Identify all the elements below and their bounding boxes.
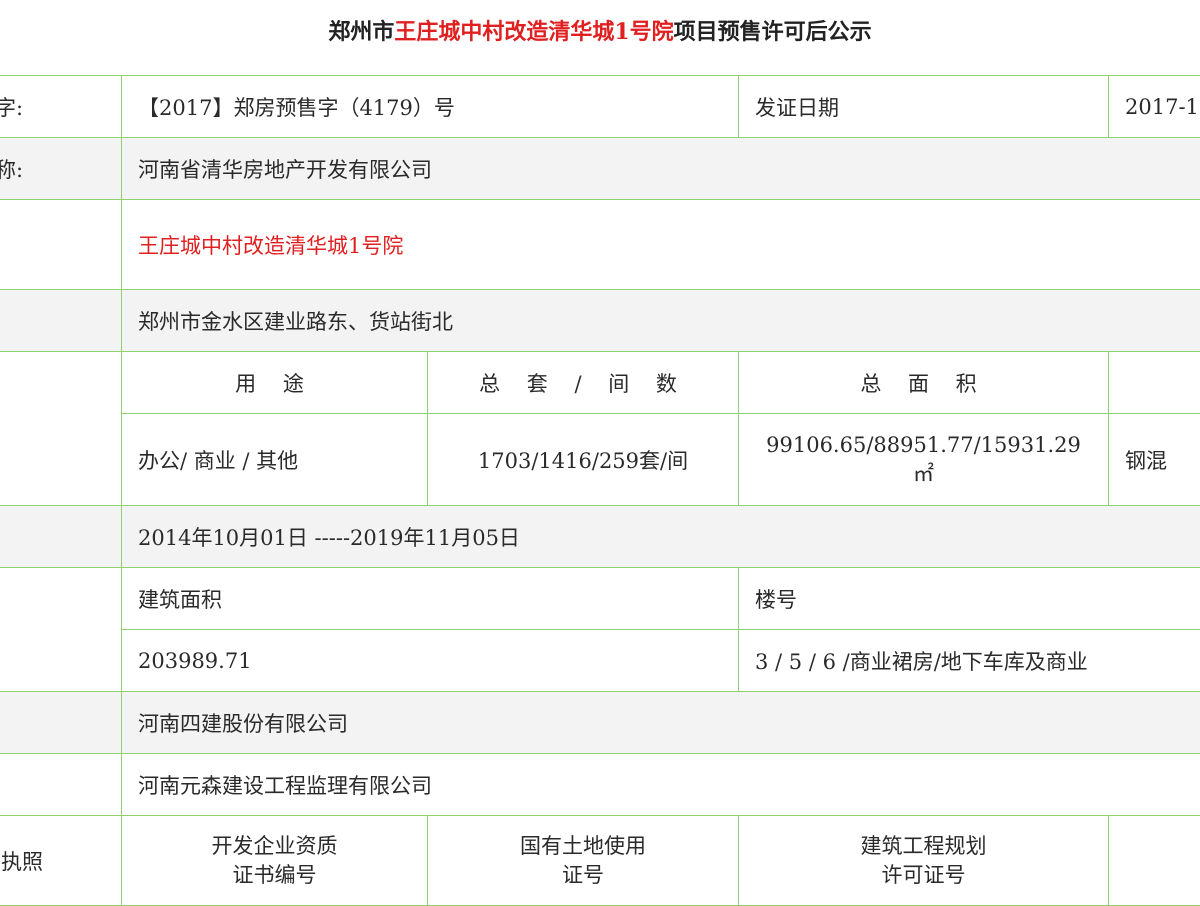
building-area-header: 建筑面积 [122,568,739,630]
table-row-usage-values: 办公/ 商业 / 其他 1703/1416/259套/间 99106.65/88… [0,414,1200,506]
project-name-value: 王庄城中村改造清华城1号院 [122,200,1200,290]
table-row-permit-number: 字: 【2017】郑房预售字（4179）号 发证日期 2017-1 [0,76,1200,138]
building-number-value: 3 / 5 / 6 /商业裙房/地下车库及商业 [739,630,1200,692]
land-use-cert-header: 国有土地使用 证号 [428,816,739,906]
usage-section-label [0,352,122,506]
presale-permit-table: 字: 【2017】郑房预售字（4179）号 发证日期 2017-1 称: 河南省… [0,75,1200,906]
planning-permit-line1: 建筑工程规划 [739,832,1108,861]
table-row-contractor: 河南四建股份有限公司 [0,692,1200,754]
page-title: 郑州市王庄城中村改造清华城1号院项目预售许可后公示 [0,0,1200,66]
table-row-supervisor: 河南元森建设工程监理有限公司 [0,754,1200,816]
contractor-value: 河南四建股份有限公司 [122,692,1200,754]
structure-header [1109,352,1200,414]
total-area-header: 总 面 积 [739,352,1109,414]
land-use-cert-line2: 证号 [428,861,738,890]
table-row-documents: 执照 开发企业资质 证书编号 国有土地使用 证号 建筑工程规划 许可证号 建 [0,816,1200,906]
unit-count-header: 总 套 / 间 数 [428,352,739,414]
table-row-project-name: 王庄城中村改造清华城1号院 [0,200,1200,290]
developer-label: 称: [0,138,122,200]
building-number-header: 楼号 [739,568,1200,630]
developer-value: 河南省清华房地产开发有限公司 [122,138,1200,200]
permit-number-label: 字: [0,76,122,138]
building-section-label [0,568,122,692]
table-row-period: 2014年10月01日 -----2019年11月05日 [0,506,1200,568]
structure-value: 钢混 [1109,414,1200,506]
unit-count-value: 1703/1416/259套/间 [428,414,739,506]
issue-date-label: 发证日期 [739,76,1109,138]
building-area-value: 203989.71 [122,630,739,692]
total-area-figures: 99106.65/88951.77/15931.29 [739,431,1108,460]
period-label [0,506,122,568]
construction-period-value: 2014年10月01日 -----2019年11月05日 [122,506,1200,568]
license-label: 执照 [0,816,122,906]
usage-value: 办公/ 商业 / 其他 [122,414,428,506]
planning-permit-header: 建筑工程规划 许可证号 [739,816,1109,906]
planning-permit-line2: 许可证号 [739,861,1108,890]
location-label [0,290,122,352]
construction-permit-header: 建 [1109,816,1200,906]
table-row-building-values: 203989.71 3 / 5 / 6 /商业裙房/地下车库及商业 [0,630,1200,692]
table-row-developer: 称: 河南省清华房地产开发有限公司 [0,138,1200,200]
qualification-cert-line1: 开发企业资质 [122,832,427,861]
table-row-building-header: 建筑面积 楼号 [0,568,1200,630]
table-row-location: 郑州市金水区建业路东、货站街北 [0,290,1200,352]
issue-date-value: 2017-1 [1109,76,1200,138]
title-suffix: 项目预售许可后公示 [674,19,872,45]
permit-number-value: 【2017】郑房预售字（4179）号 [122,76,739,138]
supervisor-value: 河南元森建设工程监理有限公司 [122,754,1200,816]
qualification-cert-line2: 证书编号 [122,861,427,890]
total-area-value: 99106.65/88951.77/15931.29 ㎡ [739,414,1109,506]
contractor-label [0,692,122,754]
supervisor-label [0,754,122,816]
title-project-name: 王庄城中村改造清华城1号院 [394,19,673,45]
location-value: 郑州市金水区建业路东、货站街北 [122,290,1200,352]
usage-header: 用 途 [122,352,428,414]
qualification-cert-header: 开发企业资质 证书编号 [122,816,428,906]
total-area-unit: ㎡ [739,460,1108,489]
land-use-cert-line1: 国有土地使用 [428,832,738,861]
project-name-label [0,200,122,290]
title-prefix: 郑州市 [328,19,394,45]
table-row-usage-header: 用 途 总 套 / 间 数 总 面 积 [0,352,1200,414]
